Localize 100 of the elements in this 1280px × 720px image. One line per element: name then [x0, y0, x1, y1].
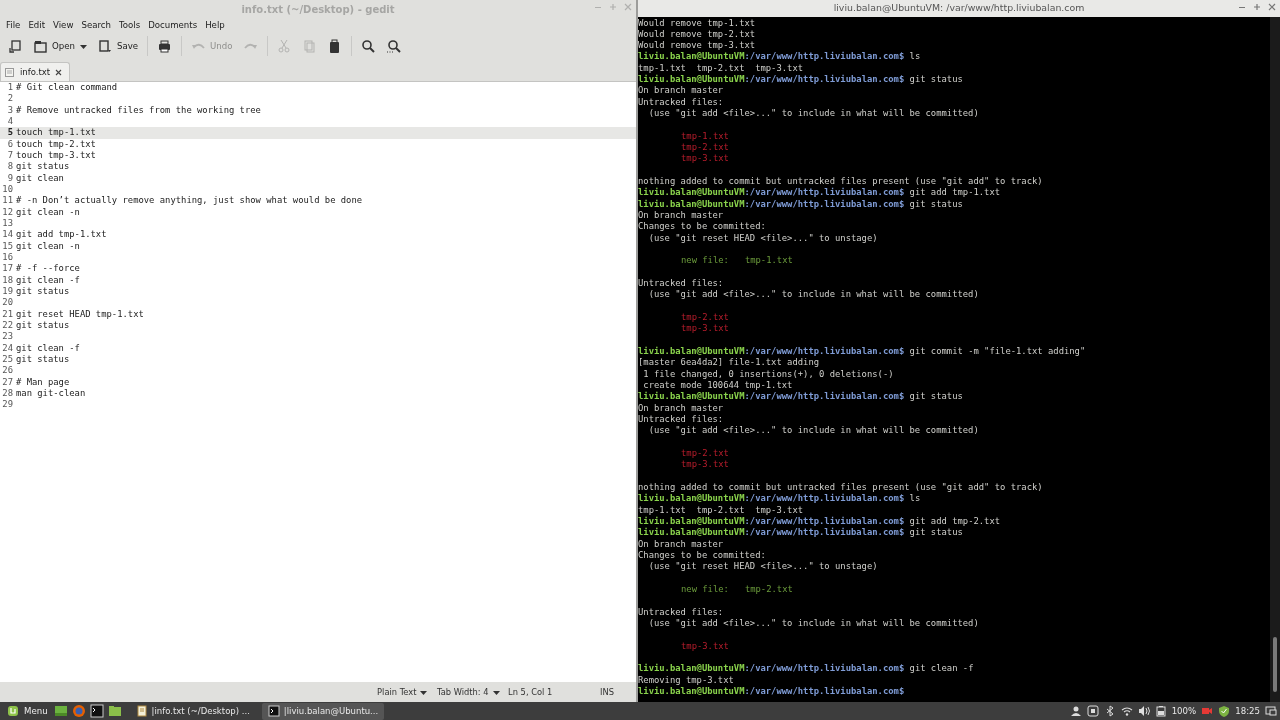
output-line: [master 6ea4da2] file-1.txt adding [638, 357, 820, 369]
output-line: tmp-1.txt tmp-2.txt tmp-3.txt [638, 504, 804, 516]
search-icon [360, 38, 376, 54]
chat-icon[interactable] [1086, 705, 1099, 717]
close-icon[interactable] [55, 68, 63, 76]
output-line: 1 file changed, 0 insertions(+), 0 deletions(-) [642, 368, 894, 380]
line-number: 28 [1, 387, 13, 400]
line-number: 16 [1, 251, 13, 264]
scrollbar[interactable] [1270, 17, 1280, 702]
folder-icon [33, 38, 48, 54]
scrollbar-thumb[interactable] [1273, 637, 1277, 692]
file-tab[interactable]: info.txt [0, 62, 71, 81]
save-icon [97, 38, 113, 54]
volume-icon[interactable] [1137, 705, 1150, 717]
output-line: (use "git add <file>..." to include in what will be committed) [647, 289, 979, 301]
output-line: Would remove tmp-2.txt [638, 28, 756, 41]
mint-logo-icon [7, 705, 19, 717]
output-line: On branch master [638, 85, 724, 97]
untracked-file: tmp-1.txt [680, 130, 729, 143]
desktop-icon[interactable] [53, 704, 68, 718]
line-number: 18 [1, 274, 13, 286]
code-line: git clean [16, 172, 64, 184]
battery-icon[interactable] [1154, 705, 1167, 717]
output-line: Untracked files: [638, 278, 724, 290]
untracked-file: tmp-3.txt [680, 640, 729, 652]
code-line: touch tmp-1.txt [16, 127, 96, 139]
line-number: 14 [1, 229, 13, 241]
tab-width-selector[interactable]: Tab Width: 4 [437, 685, 509, 699]
user-icon[interactable] [1069, 705, 1082, 717]
output-line: nothing added to commit but untracked files present (use "git add" to track) [638, 481, 1043, 493]
line-number: 21 [1, 308, 13, 320]
scissors-icon [276, 38, 292, 54]
folder-icon[interactable] [107, 704, 122, 718]
line-number: 29 [1, 399, 13, 411]
code-line: # Git clean command [16, 82, 118, 94]
output-line: Untracked files: [638, 96, 724, 109]
code-line: git clean -f [16, 274, 80, 286]
clock[interactable]: 18:25 [1235, 704, 1260, 718]
prompt-line: liviu.balan@UbuntuVM:/var/www/http.liviubalan.com$ git status [638, 74, 963, 86]
display-icon[interactable] [1265, 705, 1277, 717]
output-line: On branch master [638, 538, 724, 550]
menu-item[interactable]: File [2, 18, 25, 32]
maximize-icon[interactable] [1253, 3, 1261, 11]
output-line: Changes to be committed: [638, 221, 766, 233]
staged-file: new file: tmp-2.txt [680, 583, 793, 596]
prompt-line: liviu.balan@UbuntuVM:/var/www/http.liviubalan.com$ git commit -m "file-1.txt adding" [638, 346, 1086, 358]
line-number: 27 [1, 376, 13, 388]
menu-button[interactable]: Menu [3, 702, 52, 720]
open-button[interactable]: Open [29, 35, 92, 57]
line-number: 10 [1, 183, 13, 196]
find-replace-icon [385, 38, 401, 54]
line-number: 13 [1, 217, 13, 230]
menu-item[interactable]: Search [77, 18, 115, 32]
cursor-position: Ln 5, Col 1 [508, 685, 554, 699]
code-line: # -f --force [16, 263, 80, 275]
menu-item[interactable]: View [49, 18, 78, 32]
close-icon[interactable] [1268, 3, 1276, 11]
output-line: (use "git reset HEAD <file>..." to unstage) [647, 232, 878, 245]
line-number: 26 [1, 365, 13, 377]
untracked-file: tmp-3.txt [680, 153, 729, 165]
code-line: git status [16, 319, 70, 332]
menu-item[interactable]: Help [201, 18, 229, 32]
menu-item[interactable]: Documents [144, 18, 202, 32]
staged-file: new file: tmp-1.txt [680, 255, 793, 267]
line-number: 6 [6, 138, 13, 150]
code-line: # Remove untracked files from the working tree [16, 104, 261, 116]
window-button[interactable]: |liviu.balan@Ubuntu... [261, 702, 385, 720]
prompt-line: liviu.balan@UbuntuVM:/var/www/http.liviubalan.com$ ls [638, 51, 921, 63]
new-document-icon [8, 38, 23, 54]
output-line: Untracked files: [638, 606, 724, 618]
output-line: (use "git add <file>..." to include in what will be committed) [647, 425, 979, 437]
battery-percentage: 100% [1171, 704, 1197, 718]
window-title: info.txt (~/Desktop) - gedit [241, 2, 395, 17]
code-line: git add tmp-1.txt [16, 229, 107, 241]
browser-icon[interactable] [71, 704, 86, 718]
line-number: 4 [6, 116, 13, 128]
shield-icon[interactable] [1218, 705, 1231, 717]
prompt-line: liviu.balan@UbuntuVM:/var/www/http.liviubalan.com$ git add tmp-1.txt [638, 187, 1001, 199]
language-selector[interactable]: Plain Text [377, 685, 438, 699]
output-line: (use "git reset HEAD <file>..." to unstage) [647, 561, 878, 573]
prompt-line: liviu.balan@UbuntuVM:/var/www/http.liviubalan.com$ git status [638, 391, 963, 403]
menu-item[interactable]: Tools [115, 18, 145, 32]
wifi-icon[interactable] [1120, 705, 1133, 717]
line-number: 3 [6, 104, 13, 116]
document-icon [4, 66, 15, 78]
code-line: # Man page [16, 376, 70, 388]
save-button[interactable]: Save [93, 35, 143, 57]
line-number: 7 [6, 149, 13, 162]
code-line: git reset HEAD tmp-1.txt [16, 308, 144, 320]
line-number: 2 [6, 93, 13, 105]
menu-item[interactable]: Edit [24, 18, 50, 32]
output-line: Changes to be committed: [638, 549, 766, 562]
code-line: # -n Don’t actually remove anything, just show what would be done [16, 195, 363, 207]
line-number: 8 [6, 161, 13, 173]
camera-icon[interactable] [1201, 705, 1214, 717]
caret-icon [492, 688, 500, 696]
code-line: git status [16, 353, 70, 366]
terminal-icon[interactable] [89, 704, 104, 718]
tab-label: info.txt [20, 65, 51, 79]
line-number: 19 [1, 285, 13, 298]
